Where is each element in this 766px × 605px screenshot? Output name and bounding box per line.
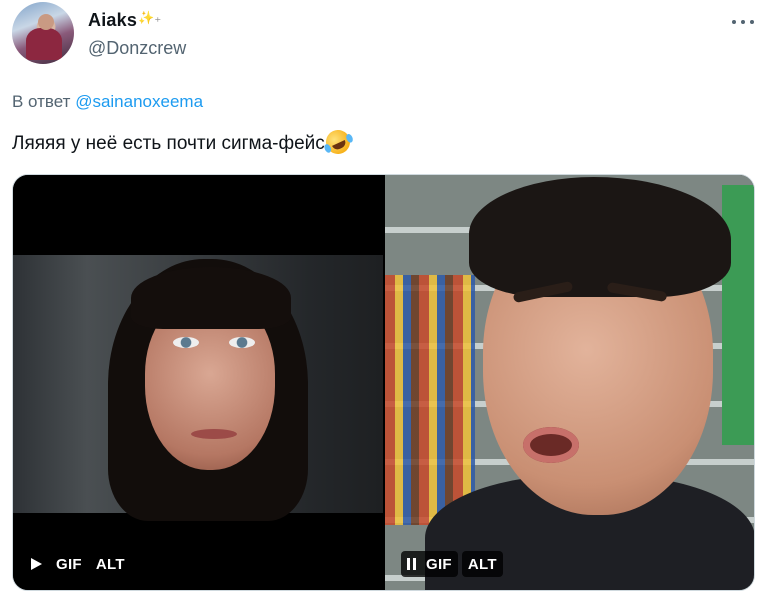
- play-icon: [31, 558, 42, 570]
- gif-left-play-button[interactable]: GIF: [25, 551, 88, 577]
- reply-prefix: В ответ: [12, 92, 71, 111]
- gif-left[interactable]: GIF ALT: [13, 175, 383, 590]
- more-options-icon[interactable]: [732, 12, 754, 32]
- avatar-figure: [26, 28, 62, 60]
- gif-label: GIF: [56, 555, 82, 573]
- media-grid: GIF ALT GIF ALT: [12, 174, 755, 591]
- gif-left-badges: GIF ALT: [25, 551, 129, 577]
- author-display-name[interactable]: Aiaks✨₊: [88, 10, 162, 31]
- reply-mention-link[interactable]: @sainanoxeema: [75, 92, 203, 111]
- gif-right[interactable]: GIF ALT: [385, 175, 754, 590]
- tweet-text: Ляяяя у неё есть почти сигма-фейс: [12, 126, 354, 158]
- author-avatar[interactable]: [12, 2, 74, 64]
- gif-left-eye: [229, 337, 255, 348]
- gif-right-hair: [469, 177, 731, 297]
- gif-right-mouth: [523, 427, 579, 463]
- gif-left-bangs: [131, 267, 291, 329]
- display-name-decoration: ✨₊: [138, 10, 162, 25]
- gif-right-badges: GIF ALT: [401, 551, 503, 577]
- gif-left-mouth: [191, 429, 237, 439]
- gif-right-alt-badge[interactable]: ALT: [461, 551, 503, 577]
- gif-label: GIF: [426, 555, 452, 573]
- reply-context: В ответ @sainanoxeema: [12, 92, 203, 112]
- gif-right-shelf-goods: [385, 275, 475, 525]
- tweet-text-content: Ляяяя у неё есть почти сигма-фейс: [12, 133, 325, 154]
- pause-icon: [407, 558, 416, 570]
- gif-left-alt-badge[interactable]: ALT: [92, 551, 129, 577]
- gif-left-eye: [173, 337, 199, 348]
- rofl-emoji-icon: [321, 126, 354, 158]
- gif-right-pause-button[interactable]: GIF: [401, 551, 458, 577]
- author-handle[interactable]: @Donzcrew: [88, 38, 186, 59]
- display-name-text: Aiaks: [88, 10, 138, 30]
- avatar-head: [38, 14, 54, 30]
